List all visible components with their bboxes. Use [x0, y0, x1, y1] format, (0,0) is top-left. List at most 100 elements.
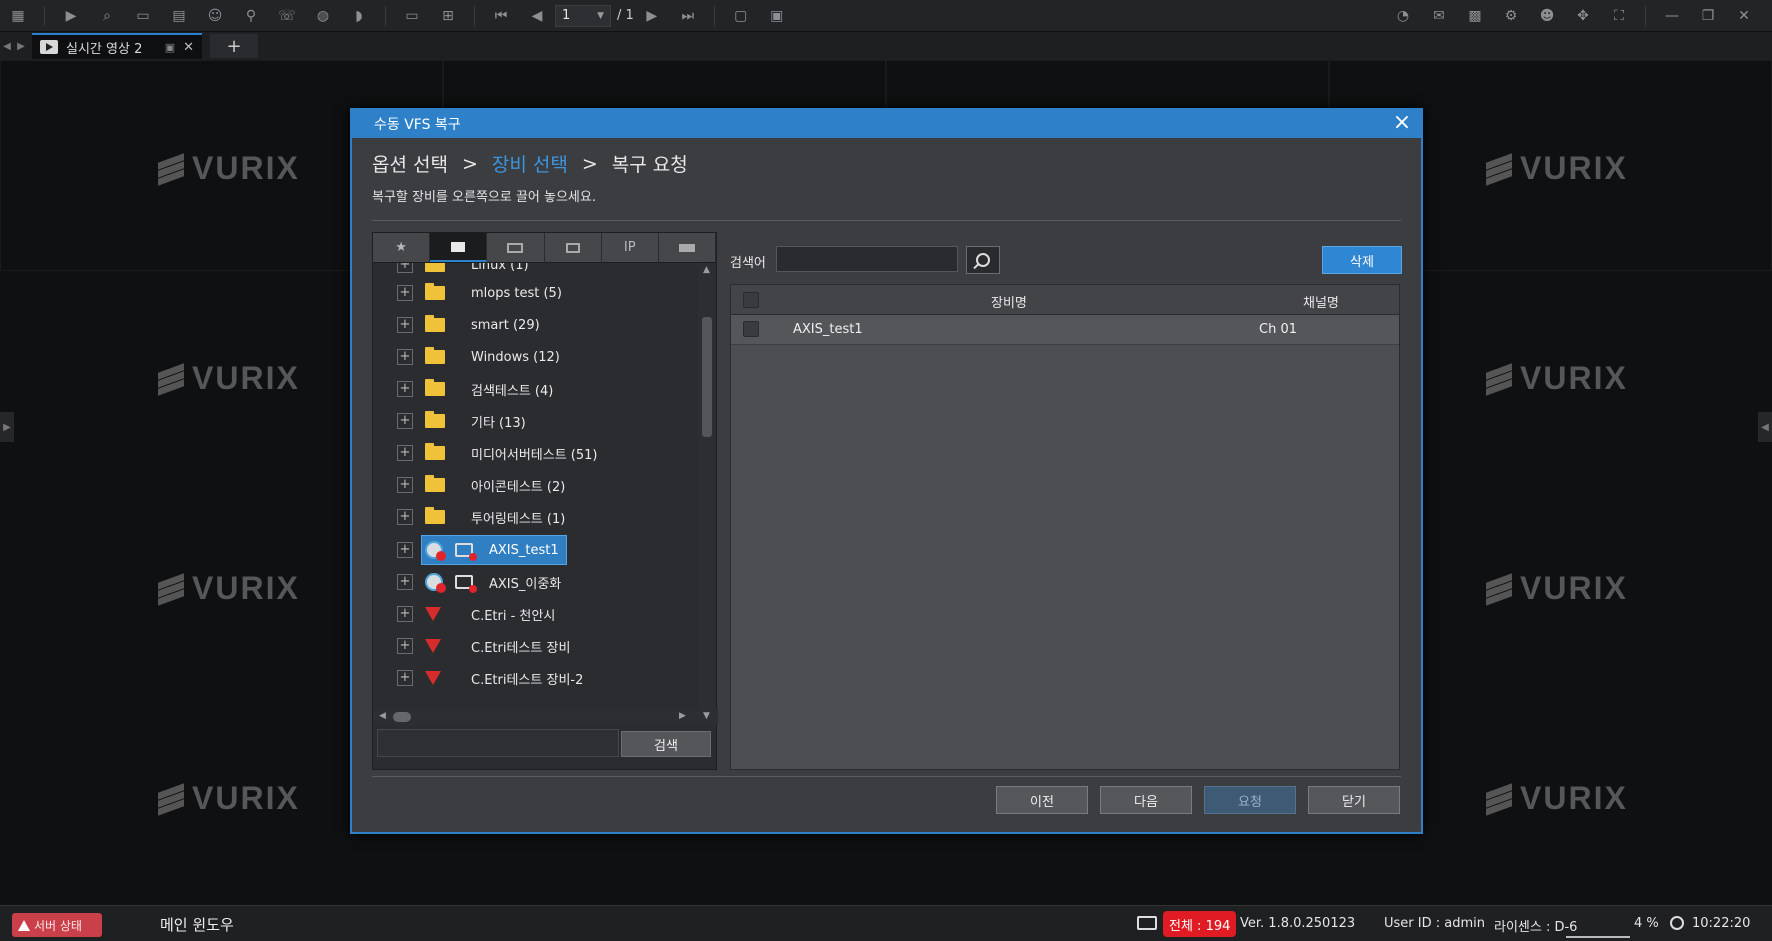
- globe-icon[interactable]: ◍: [309, 5, 337, 27]
- close-button[interactable]: 닫기: [1308, 786, 1400, 814]
- tree-item-label: C.Etri - 천안시: [471, 608, 556, 624]
- tab-ip[interactable]: IP: [601, 233, 659, 262]
- tree-folder-item[interactable]: + 기타 (13): [373, 405, 698, 437]
- gear-icon[interactable]: ⚙: [1497, 5, 1525, 27]
- right-panel-toggle-icon[interactable]: ◀: [1758, 412, 1772, 442]
- prev-page-icon[interactable]: ◀: [523, 5, 551, 27]
- tab-camera-icon[interactable]: [658, 233, 717, 262]
- message-icon[interactable]: ✉: [1425, 5, 1453, 27]
- fullscreen-icon[interactable]: ⛶: [1605, 5, 1633, 27]
- tab-server-icon[interactable]: [487, 233, 545, 262]
- tab-folder-icon[interactable]: [430, 233, 488, 262]
- tree-device-item[interactable]: + C.Etri테스트 장비: [373, 630, 698, 662]
- tree-horizontal-scrollbar[interactable]: ◀ ▶ ▼: [373, 709, 718, 725]
- tree-search-input[interactable]: [377, 729, 619, 757]
- lock-icon[interactable]: ▩: [1461, 5, 1489, 27]
- folder-icon: [425, 411, 445, 428]
- tab-scroll-right-icon[interactable]: ▶: [14, 37, 28, 55]
- tab-scroll-left-icon[interactable]: ◀: [0, 37, 14, 55]
- tab-close-icon[interactable]: ✕: [183, 40, 194, 55]
- search-video-icon[interactable]: ⌕: [93, 5, 121, 27]
- page-select[interactable]: 1 ▼: [555, 4, 611, 27]
- scroll-left-icon[interactable]: ◀: [379, 711, 386, 721]
- tree-folder-item[interactable]: + 미디어서버테스트 (51): [373, 437, 698, 469]
- tree-folder-item[interactable]: + 검색테스트 (4): [373, 373, 698, 405]
- search-button[interactable]: [966, 246, 1000, 274]
- tree-device-item[interactable]: + C.Etri테스트 장비-2: [373, 662, 698, 694]
- expand-icon[interactable]: +: [397, 317, 413, 333]
- scroll-down-icon[interactable]: ▼: [703, 711, 710, 721]
- folder-icon: [425, 283, 445, 300]
- chat-person-icon[interactable]: ☏: [273, 5, 301, 27]
- tree-device-item[interactable]: + AXIS_이중화: [373, 566, 698, 598]
- lpr-icon[interactable]: ▭: [129, 5, 157, 27]
- tab-pin-icon[interactable]: ▣: [165, 41, 175, 54]
- grid-icon[interactable]: ▦: [4, 5, 32, 27]
- prev-button[interactable]: 이전: [996, 786, 1088, 814]
- caption-icon[interactable]: ▢: [727, 5, 755, 27]
- watermark: VURIX: [158, 360, 300, 397]
- folder-icon: [425, 379, 445, 396]
- layout-icon[interactable]: ▤: [165, 5, 193, 27]
- face-search-icon[interactable]: ☺: [201, 5, 229, 27]
- bike-icon[interactable]: ⚲: [237, 5, 265, 27]
- expand-icon[interactable]: +: [397, 606, 413, 622]
- delete-button[interactable]: 삭제: [1322, 246, 1402, 274]
- monitor-icon[interactable]: ▭: [398, 5, 426, 27]
- request-button[interactable]: 요청: [1204, 786, 1296, 814]
- user-icon[interactable]: ☻: [1533, 5, 1561, 27]
- left-panel-toggle-icon[interactable]: ▶: [0, 412, 14, 442]
- expand-icon[interactable]: +: [397, 349, 413, 365]
- row-checkbox[interactable]: [743, 321, 759, 337]
- expand-icon[interactable]: +: [397, 445, 413, 461]
- broadcast-icon[interactable]: ◗: [345, 5, 373, 27]
- search-input[interactable]: [776, 246, 958, 272]
- scroll-up-icon[interactable]: ▲: [703, 265, 710, 275]
- select-all-checkbox[interactable]: [743, 292, 759, 308]
- play-icon[interactable]: ▶: [57, 5, 85, 27]
- expand-icon[interactable]: +: [397, 477, 413, 493]
- tree-search-button[interactable]: 검색: [621, 731, 711, 757]
- tree-device-item[interactable]: + C.Etri - 천안시: [373, 598, 698, 630]
- next-button[interactable]: 다음: [1100, 786, 1192, 814]
- total-alert-badge[interactable]: 전체 : 194: [1163, 911, 1237, 937]
- tree-folder-item[interactable]: + Windows (12): [373, 341, 698, 373]
- move-icon[interactable]: ✥: [1569, 5, 1597, 27]
- server-status-button[interactable]: 서버 상태: [12, 913, 102, 937]
- scroll-thumb[interactable]: [702, 317, 712, 437]
- tree-folder-item[interactable]: + 투어링테스트 (1): [373, 501, 698, 533]
- add-tab-button[interactable]: +: [210, 34, 258, 58]
- tab-map-icon[interactable]: [544, 233, 602, 262]
- last-page-icon[interactable]: ⏭: [674, 5, 702, 27]
- tree-folder-item[interactable]: + mlops test (5): [373, 277, 698, 309]
- expand-icon[interactable]: +: [397, 413, 413, 429]
- tree-device-item-selected[interactable]: + AXIS_test1: [373, 534, 698, 566]
- dialog-close-icon[interactable]: ×: [1391, 112, 1413, 134]
- restore-icon[interactable]: ❐: [1694, 5, 1722, 27]
- tree-vertical-scrollbar[interactable]: ▲: [698, 263, 716, 709]
- expand-icon[interactable]: +: [397, 638, 413, 654]
- chat-icon[interactable]: ◔: [1389, 5, 1417, 27]
- minimize-icon[interactable]: —: [1658, 5, 1686, 27]
- expand-icon[interactable]: +: [397, 263, 413, 273]
- tab-favorites-star-icon[interactable]: ★: [373, 233, 431, 262]
- tree-folder-item[interactable]: + smart (29): [373, 309, 698, 341]
- expand-icon[interactable]: +: [397, 542, 413, 558]
- scroll-right-icon[interactable]: ▶: [679, 711, 686, 721]
- tree-folder-item[interactable]: + 아이콘테스트 (2): [373, 469, 698, 501]
- table-row[interactable]: AXIS_test1 Ch 01: [731, 315, 1399, 345]
- expand-icon[interactable]: +: [397, 381, 413, 397]
- expand-icon[interactable]: +: [397, 285, 413, 301]
- expand-icon[interactable]: +: [397, 574, 413, 590]
- tab-live-view[interactable]: 실시간 영상 2 ▣ ✕: [32, 33, 202, 59]
- expand-icon[interactable]: +: [397, 509, 413, 525]
- add-screen-icon[interactable]: ⊞: [434, 5, 462, 27]
- calendar-icon[interactable]: ▣: [763, 5, 791, 27]
- chevron-down-icon: ▼: [597, 10, 604, 21]
- expand-icon[interactable]: +: [397, 670, 413, 686]
- server-alert-icon[interactable]: [1137, 916, 1157, 930]
- next-page-icon[interactable]: ▶: [638, 5, 666, 27]
- scroll-thumb[interactable]: [393, 712, 411, 722]
- close-icon[interactable]: ✕: [1730, 5, 1758, 27]
- first-page-icon[interactable]: ⏮: [487, 5, 515, 27]
